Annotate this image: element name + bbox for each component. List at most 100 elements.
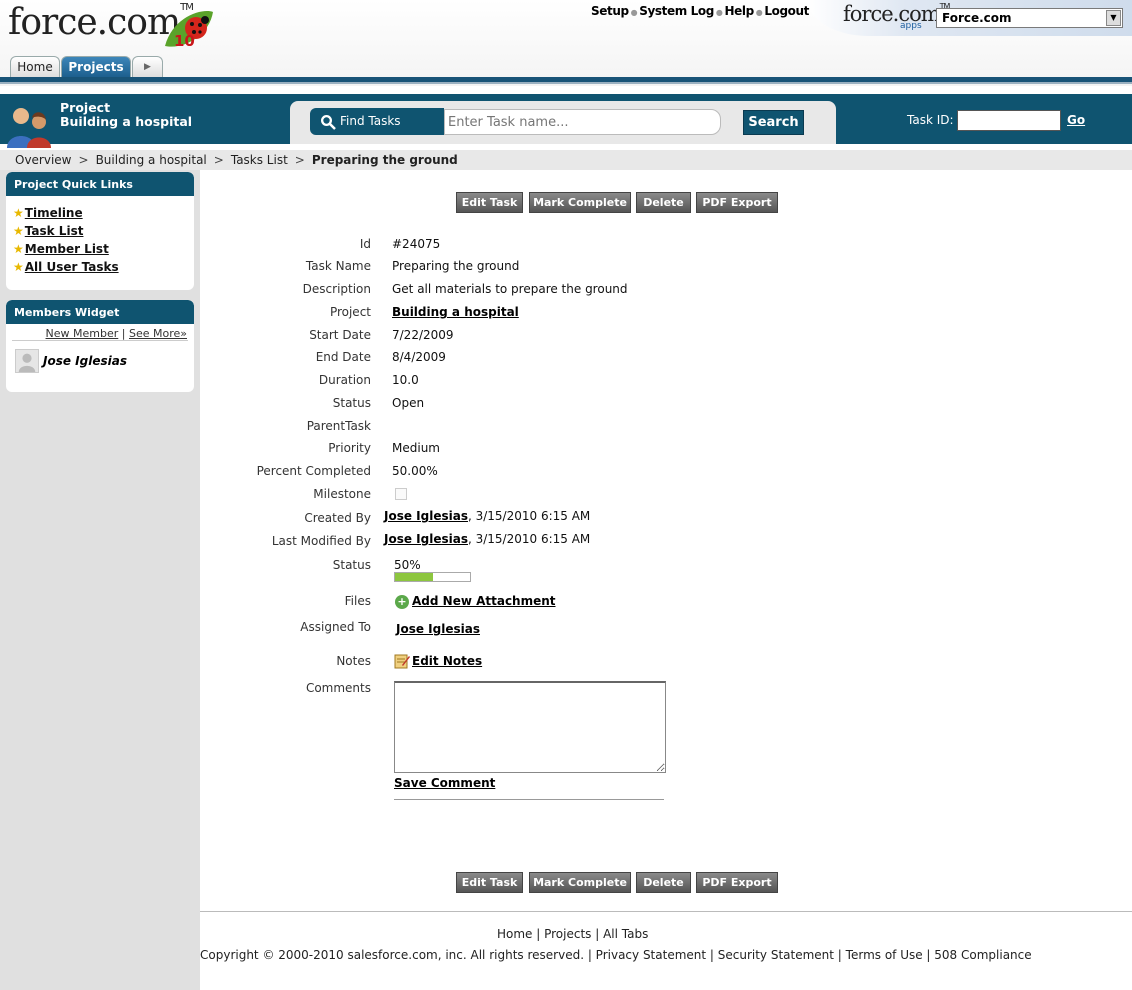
start-date-label: Start Date (309, 328, 371, 342)
parent-task-label: ParentTask (306, 419, 371, 433)
members-widget: Members Widget New Member | See More» Jo… (6, 300, 194, 392)
footer-divider (200, 911, 1132, 912)
task-id-input[interactable] (957, 110, 1061, 131)
list-item: ★All User Tasks (13, 260, 194, 278)
end-date-label: End Date (315, 350, 371, 364)
chevron-down-icon[interactable]: ▼ (1106, 10, 1121, 26)
last-modified-by-link[interactable]: Jose Iglesias (384, 532, 468, 546)
percent-completed-label: Percent Completed (256, 464, 371, 478)
copyright: Copyright © 2000-2010 salesforce.com, in… (200, 948, 1032, 962)
search-icon (321, 115, 336, 130)
list-item: ★Timeline (13, 206, 194, 224)
add-icon[interactable]: + (395, 595, 409, 609)
breadcrumb-current: Preparing the ground (311, 153, 458, 167)
description-value: Get all materials to prepare the ground (392, 282, 628, 296)
project-quick-links-widget: Project Quick Links ★Timeline ★Task List… (6, 172, 194, 290)
mark-complete-button-bottom[interactable]: Mark Complete (529, 872, 631, 893)
quick-links-list: ★Timeline ★Task List ★Member List ★All U… (6, 196, 194, 278)
tab-more-arrow-icon[interactable]: ▶ (132, 56, 163, 77)
created-by-label: Created By (304, 511, 371, 525)
breadcrumb-overview[interactable]: Overview (15, 153, 72, 167)
pdf-export-button[interactable]: PDF Export (696, 192, 778, 213)
status-label: Status (332, 396, 371, 410)
see-more-link[interactable]: See More» (129, 327, 187, 340)
member-name[interactable]: Jose Iglesias (43, 354, 127, 368)
edit-task-button[interactable]: Edit Task (456, 192, 523, 213)
go-link[interactable]: Go (1067, 113, 1085, 127)
status-progress-label: Status (332, 558, 371, 572)
logout-link[interactable]: Logout (764, 4, 809, 18)
progress-bar (394, 572, 471, 582)
people-icon (7, 108, 51, 148)
task-name-label: Task Name (305, 259, 371, 273)
priority-label: Priority (328, 441, 371, 455)
add-attachment-link[interactable]: Add New Attachment (412, 594, 556, 608)
new-member-link[interactable]: New Member (46, 327, 119, 340)
comments-textarea[interactable] (394, 681, 666, 773)
delete-button[interactable]: Delete (636, 192, 691, 213)
save-comment-link[interactable]: Save Comment (394, 776, 495, 790)
apps-word: apps (900, 21, 922, 31)
breadcrumb-project[interactable]: Building a hospital (96, 153, 207, 167)
id-label: Id (359, 237, 371, 251)
edit-notes-icon[interactable] (394, 653, 410, 669)
breadcrumb: Overview > Building a hospital > Tasks List >… (15, 153, 458, 167)
member-list-link[interactable]: Member List (25, 242, 109, 256)
notes-label: Notes (336, 654, 371, 668)
divider (12, 340, 188, 341)
app-selector-value: Force.com (942, 11, 1012, 25)
project-label-line1: Project (60, 100, 111, 115)
search-button[interactable]: Search (743, 110, 804, 135)
app-selector[interactable]: Force.com ▼ (936, 8, 1123, 28)
project-label: Project (329, 305, 371, 319)
system-log-link[interactable]: System Log (639, 4, 714, 18)
help-link[interactable]: Help (725, 4, 755, 18)
avatar[interactable] (15, 349, 39, 373)
setup-link[interactable]: Setup (591, 4, 629, 18)
star-icon: ★ (13, 206, 24, 220)
assigned-to-label: Assigned To (300, 620, 371, 634)
edit-notes-link[interactable]: Edit Notes (412, 654, 482, 668)
timeline-link[interactable]: Timeline (25, 206, 83, 220)
sidebar (0, 170, 200, 990)
created-by-link[interactable]: Jose Iglesias (384, 509, 468, 523)
list-item: ★Member List (13, 242, 194, 260)
logo-badge: 10 (174, 32, 195, 50)
pdf-export-button-bottom[interactable]: PDF Export (696, 872, 778, 893)
project-link[interactable]: Building a hospital (392, 305, 519, 319)
task-name-value: Preparing the ground (392, 259, 520, 273)
duration-label: Duration (318, 373, 371, 387)
delete-button-bottom[interactable]: Delete (636, 872, 691, 893)
task-list-link[interactable]: Task List (25, 224, 84, 238)
milestone-label: Milestone (313, 487, 371, 501)
progress-text: 50% (394, 558, 421, 572)
footer-links[interactable]: Home | Projects | All Tabs (497, 927, 648, 941)
start-date-value: 7/22/2009 (392, 328, 454, 342)
all-user-tasks-link[interactable]: All User Tasks (25, 260, 119, 274)
members-widget-title: Members Widget (6, 300, 194, 324)
mark-complete-button[interactable]: Mark Complete (529, 192, 631, 213)
apps-logo: force.comTM (843, 2, 950, 26)
files-label: Files (344, 594, 371, 608)
tab-home[interactable]: Home (10, 56, 60, 77)
percent-completed-value: 50.00% (392, 464, 438, 478)
project-name: Building a hospital (60, 114, 193, 129)
task-id-label: Task ID: (907, 113, 954, 127)
breadcrumb-tasks-list[interactable]: Tasks List (231, 153, 288, 167)
list-item: ★Task List (13, 224, 194, 242)
project-label: Project Building a hospital (60, 101, 192, 129)
status-value: Open (392, 396, 425, 410)
created-at-value: , 3/15/2010 6:15 AM (467, 509, 591, 523)
top-header: force.comTM 10 Setup ● System Log ● Help ● Log… (0, 0, 1132, 86)
top-links: Setup ● System Log ● Help ● Logout (591, 4, 809, 18)
edit-task-button-bottom[interactable]: Edit Task (456, 872, 523, 893)
end-date-value: 8/4/2009 (392, 350, 446, 364)
description-label: Description (302, 282, 371, 296)
task-id-value: #24075 (392, 237, 441, 251)
tab-projects[interactable]: Projects (61, 56, 131, 77)
assigned-to-link[interactable]: Jose Iglesias (396, 622, 480, 636)
task-name-search-input[interactable] (444, 109, 721, 135)
quick-links-title: Project Quick Links (6, 172, 194, 196)
divider (394, 799, 664, 800)
duration-value: 10.0 (392, 373, 419, 387)
